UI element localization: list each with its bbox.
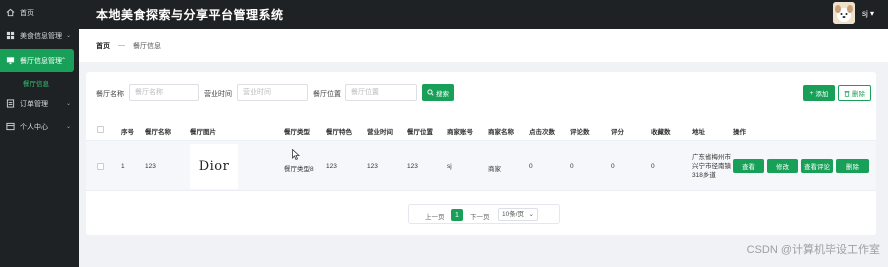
col-index: 序号	[121, 129, 134, 136]
chevron-down-icon: ⌄	[65, 101, 71, 107]
cell-comments: 0	[570, 163, 574, 170]
avatar-image-icon	[833, 2, 855, 24]
app-title: 本地美食探索与分享平台管理系统	[96, 8, 284, 22]
breadcrumb-home[interactable]: 首页	[96, 41, 110, 51]
sidebar-item-profile[interactable]: 个人中心 ⌄	[0, 115, 79, 138]
cell-name: 123	[145, 163, 156, 170]
table-row: 1 123 Dior 餐厅类型8 123 123 123 sj 商家 0 0 0…	[86, 141, 876, 191]
restaurant-image: Dior	[190, 144, 238, 189]
pagination: 上一页 1 下一页 10条/页 ⌄	[408, 204, 560, 224]
cell-address: 广东省梅州市兴宁市径南镇318乡道	[692, 154, 731, 179]
search-button-label: 搜索	[436, 90, 449, 98]
table-header: 序号 餐厅名称 餐厅图片 餐厅类型 餐厅特色 营业时间 餐厅位置 商家账号 商家…	[86, 118, 876, 141]
search-button[interactable]: 搜索	[422, 84, 454, 101]
col-type: 餐厅类型	[284, 129, 310, 136]
business-hours-input[interactable]: 营业时间	[237, 84, 308, 101]
top-header: 本地美食探索与分享平台管理系统 sj ▾	[79, 0, 888, 29]
col-actions: 操作	[733, 129, 746, 136]
page-size-value: 10条/页	[502, 211, 525, 218]
col-rating: 评分	[611, 129, 624, 136]
view-button[interactable]: 查看	[733, 159, 764, 173]
dior-logo-text: Dior	[198, 159, 230, 174]
add-button[interactable]: + 添加	[803, 85, 835, 101]
sidebar-item-home[interactable]: 首页	[0, 1, 79, 24]
sidebar-item-restaurant-management[interactable]: 餐厅信息管理 ⌃	[0, 49, 74, 72]
delete-row-button[interactable]: 删除	[836, 159, 869, 173]
row-checkbox[interactable]	[97, 163, 104, 170]
next-page-button[interactable]: 下一页	[470, 211, 490, 221]
name-label: 餐厅名称	[96, 91, 124, 98]
col-clicks: 点击次数	[529, 129, 555, 136]
breadcrumb-separator: —	[118, 42, 125, 49]
sidebar-item-label: 餐厅信息管理	[20, 57, 62, 65]
breadcrumb-current: 餐厅信息	[133, 42, 161, 50]
col-name: 餐厅名称	[145, 129, 171, 136]
trash-icon	[844, 90, 850, 97]
cell-location: 123	[407, 163, 418, 170]
delete-button-label: 删除	[852, 91, 865, 98]
cell-clicks: 0	[529, 163, 533, 170]
watermark: CSDN @计算机毕设工作室	[746, 244, 880, 256]
col-image: 餐厅图片	[190, 129, 216, 136]
breadcrumb: 首页 — 餐厅信息	[79, 29, 888, 62]
cell-rating: 0	[611, 163, 615, 170]
hours-label: 营业时间	[204, 91, 232, 98]
search-icon	[427, 89, 434, 96]
chevron-down-icon: ⌄	[65, 33, 71, 39]
page-1-button[interactable]: 1	[451, 209, 463, 221]
col-address: 地址	[692, 129, 705, 136]
col-hours: 营业时间	[367, 129, 393, 136]
cell-type: 餐厅类型8	[284, 166, 314, 173]
batch-delete-button[interactable]: 删除	[838, 85, 871, 101]
edit-button[interactable]: 修改	[767, 159, 798, 173]
monitor-icon	[6, 57, 15, 65]
sidebar-item-orders[interactable]: 订单管理 ⌄	[0, 92, 79, 115]
select-all-checkbox[interactable]	[97, 126, 104, 133]
caret-down-icon: ▾	[869, 9, 874, 18]
mouse-cursor-icon	[292, 149, 300, 160]
page-size-select[interactable]: 10条/页 ⌄	[498, 208, 538, 221]
cell-index: 1	[121, 163, 125, 170]
col-merchant-account: 商家账号	[447, 129, 473, 136]
col-location: 餐厅位置	[407, 129, 433, 136]
chevron-down-icon: ⌄	[65, 124, 71, 130]
location-label: 餐厅位置	[313, 91, 341, 98]
restaurant-name-input[interactable]: 餐厅名称	[129, 84, 199, 101]
restaurant-location-input[interactable]: 餐厅位置	[345, 84, 417, 101]
col-comments: 评论数	[570, 129, 590, 136]
sidebar-item-label: 个人中心	[20, 123, 48, 131]
cell-favorites: 0	[651, 163, 655, 170]
chevron-up-icon: ⌃	[60, 58, 66, 64]
search-bar: 餐厅名称 餐厅名称 营业时间 营业时间 餐厅位置 餐厅位置 搜索 + 添加 删除	[86, 84, 876, 102]
person-icon	[6, 122, 15, 131]
col-merchant-name: 商家名称	[488, 129, 514, 136]
cell-merchant-account: sj	[447, 163, 452, 170]
avatar[interactable]	[833, 2, 855, 24]
sidebar-item-label: 美食信息管理	[20, 32, 62, 40]
grid-icon	[6, 31, 15, 40]
cell-merchant-name: 商家	[488, 166, 501, 173]
col-feature: 餐厅特色	[326, 129, 352, 136]
sidebar-subitem-restaurant-info[interactable]: 餐厅信息	[0, 74, 79, 92]
plus-icon: +	[809, 89, 814, 97]
col-favorites: 收藏数	[651, 129, 671, 136]
home-icon	[6, 8, 15, 17]
sidebar-item-label: 订单管理	[20, 100, 48, 108]
prev-page-button[interactable]: 上一页	[425, 211, 445, 221]
user-menu[interactable]: sj ▾	[862, 9, 874, 18]
cell-hours: 123	[367, 163, 378, 170]
chevron-down-icon: ⌄	[528, 211, 534, 218]
username: sj	[861, 9, 868, 18]
sidebar-item-label: 首页	[20, 9, 34, 17]
cell-feature: 123	[326, 163, 337, 170]
sidebar: 首页 美食信息管理 ⌄ 餐厅信息管理 ⌃ 餐厅信息 订单管理 ⌄ 个人中心 ⌄	[0, 0, 79, 267]
order-icon	[6, 99, 15, 108]
sidebar-item-food-management[interactable]: 美食信息管理 ⌄	[0, 24, 79, 47]
add-button-label: 添加	[815, 91, 829, 98]
view-comments-button[interactable]: 查看评论	[801, 159, 833, 173]
